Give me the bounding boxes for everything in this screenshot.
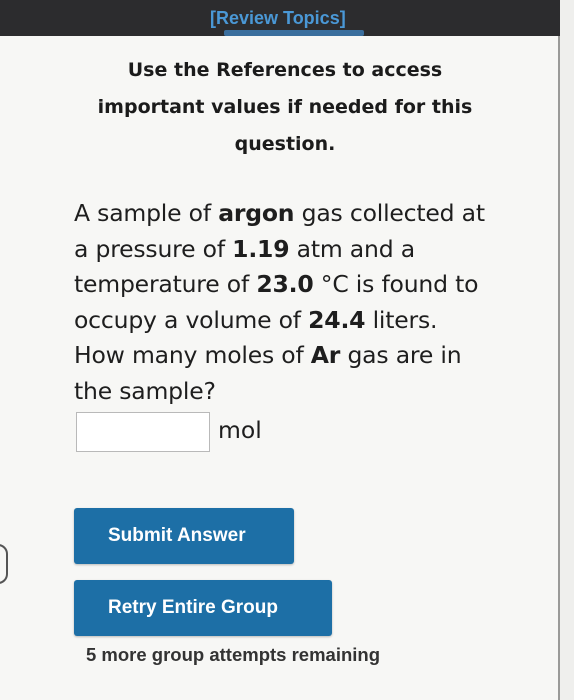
attempts-remaining: 5 more group attempts remaining (86, 644, 380, 665)
references-notice: Use the References to access important v… (60, 52, 510, 163)
side-tab-handle[interactable] (0, 544, 8, 584)
references-line-2: important values if needed for this (97, 96, 473, 118)
retry-group-button[interactable]: Retry Entire Group (74, 580, 332, 636)
gas-name: argon (218, 199, 295, 227)
element-symbol: Ar (310, 341, 341, 369)
moles-answer-input[interactable] (76, 412, 210, 452)
references-line-3: question. (234, 133, 336, 155)
pressure-value: 1.19 (232, 234, 290, 263)
question-part: A sample of (74, 199, 219, 227)
references-link-underline[interactable] (224, 30, 364, 36)
question-text: A sample of argon gas collected at a pre… (74, 196, 494, 409)
submit-answer-button[interactable]: Submit Answer (74, 508, 294, 564)
volume-value: 24.4 (308, 305, 366, 334)
unit-label: mol (218, 416, 262, 444)
answer-row: mol (76, 412, 262, 454)
references-line-1: Use the References to access (127, 59, 443, 81)
temperature-value: 23.0 (256, 270, 314, 298)
review-topics-link[interactable]: [Review Topics] (210, 8, 390, 29)
